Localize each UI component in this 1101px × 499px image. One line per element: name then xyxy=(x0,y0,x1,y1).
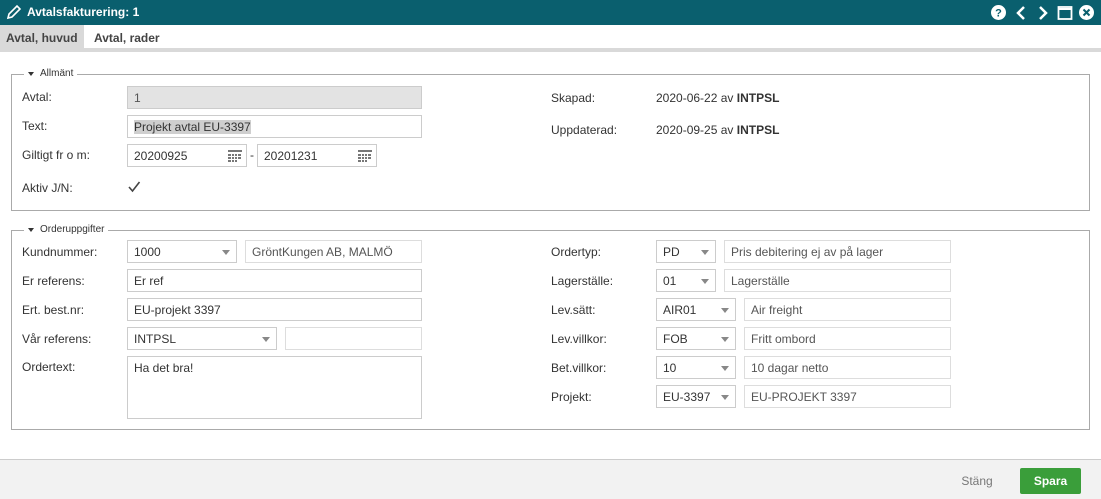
delivery-label: Lev.sätt: xyxy=(551,303,596,317)
warehouse-desc-field: Lagerställe xyxy=(724,269,951,292)
created-value: 2020-06-22 av INTPSL xyxy=(656,91,780,105)
window-title: Avtalsfakturering: 1 xyxy=(27,5,140,19)
chevron-down-icon xyxy=(721,395,729,400)
ordertext-label: Ordertext: xyxy=(22,360,76,374)
save-button[interactable]: Spara xyxy=(1020,468,1081,494)
created-label: Skapad: xyxy=(551,91,596,105)
general-legend[interactable]: Allmänt xyxy=(24,68,78,79)
text-label: Text: xyxy=(22,119,48,133)
chevron-down-icon xyxy=(721,337,729,342)
tab-bar: Avtal, huvud Avtal, rader xyxy=(0,25,1101,52)
next-icon[interactable] xyxy=(1034,4,1051,21)
updated-label: Uppdaterad: xyxy=(551,123,618,137)
ordertype-label: Ordertyp: xyxy=(551,245,602,259)
avtal-field: 1 xyxy=(127,86,422,109)
valid-to-field[interactable]: 20201231 xyxy=(257,144,377,167)
our-ref-desc-field xyxy=(285,327,422,350)
valid-from-field[interactable]: 20200925 xyxy=(127,144,247,167)
payment-desc-field: 10 dagar netto xyxy=(744,356,951,379)
chevron-down-icon xyxy=(721,366,729,371)
maximize-icon[interactable] xyxy=(1056,4,1073,21)
text-field[interactable]: Projekt avtal EU-3397 xyxy=(127,115,422,138)
previous-icon[interactable] xyxy=(1012,4,1029,21)
order-legend[interactable]: Orderuppgifter xyxy=(24,224,109,235)
warehouse-select[interactable]: 01 xyxy=(656,269,716,292)
customer-name-field: GröntKungen AB, MALMÖ xyxy=(245,240,422,263)
ordertype-desc-field: Pris debitering ej av på lager xyxy=(724,240,951,263)
footer-bar: Stäng Spara xyxy=(0,459,1101,499)
their-ref-label: Er referens: xyxy=(22,274,85,288)
customer-select[interactable]: 1000 xyxy=(127,240,237,263)
active-label: Aktiv J/N: xyxy=(22,181,73,195)
chevron-down-icon xyxy=(262,337,270,342)
warehouse-label: Lagerställe: xyxy=(551,274,614,288)
chevron-down-icon xyxy=(721,308,729,313)
project-select[interactable]: EU-3397 xyxy=(656,385,736,408)
chevron-down-icon xyxy=(701,279,709,284)
calendar-icon[interactable] xyxy=(358,150,372,162)
active-checkbox[interactable] xyxy=(127,180,141,194)
their-order-field[interactable]: EU-projekt 3397 xyxy=(127,298,422,321)
terms-select[interactable]: FOB xyxy=(656,327,736,350)
terms-desc-field: Fritt ombord xyxy=(744,327,951,350)
project-desc-field: EU-PROJEKT 3397 xyxy=(744,385,951,408)
chevron-down-icon xyxy=(222,250,230,255)
updated-value: 2020-09-25 av INTPSL xyxy=(656,123,780,137)
delivery-select[interactable]: AIR01 xyxy=(656,298,736,321)
our-ref-label: Vår referens: xyxy=(22,332,92,346)
chevron-down-icon xyxy=(701,250,709,255)
help-icon[interactable]: ? xyxy=(990,4,1007,21)
customer-label: Kundnummer: xyxy=(22,245,98,259)
calendar-icon[interactable] xyxy=(228,150,242,162)
payment-select[interactable]: 10 xyxy=(656,356,736,379)
close-button[interactable]: Stäng xyxy=(947,470,1007,492)
delivery-desc-field: Air freight xyxy=(744,298,951,321)
valid-from-label: Giltigt fr o m: xyxy=(22,148,91,162)
date-separator: - xyxy=(250,148,254,162)
tab-avtal-huvud[interactable]: Avtal, huvud xyxy=(0,25,84,48)
ordertext-area[interactable]: Ha det bra! xyxy=(127,356,422,419)
close-icon[interactable] xyxy=(1078,4,1095,21)
title-bar: Avtalsfakturering: 1 ? xyxy=(0,0,1101,25)
collapse-caret-icon xyxy=(28,227,34,232)
pencil-icon xyxy=(6,4,22,20)
svg-text:?: ? xyxy=(995,8,1002,20)
their-ref-field[interactable]: Er ref xyxy=(127,269,422,292)
project-label: Projekt: xyxy=(551,390,592,404)
their-order-label: Ert. best.nr: xyxy=(22,303,85,317)
tab-avtal-rader[interactable]: Avtal, rader xyxy=(88,25,166,48)
avtal-label: Avtal: xyxy=(22,90,52,104)
ordertype-select[interactable]: PD xyxy=(656,240,716,263)
our-ref-select[interactable]: INTPSL xyxy=(127,327,277,350)
terms-label: Lev.villkor: xyxy=(551,332,607,346)
collapse-caret-icon xyxy=(28,71,34,76)
payment-label: Bet.villkor: xyxy=(551,361,607,375)
